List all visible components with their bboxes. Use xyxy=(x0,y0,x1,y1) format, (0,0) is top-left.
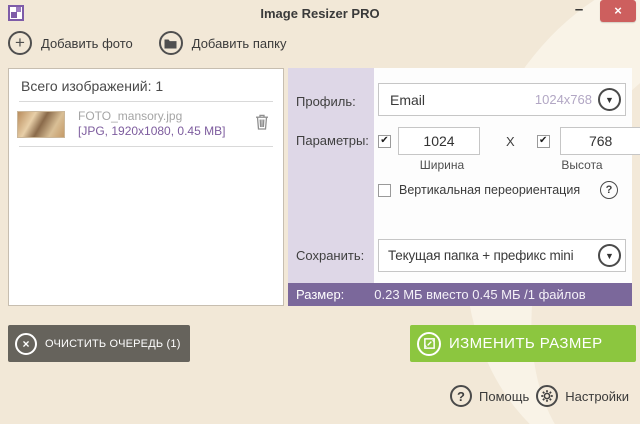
minimize-button[interactable]: – xyxy=(568,0,590,21)
file-meta: [JPG, 1920x1080, 0.45 MB] xyxy=(78,124,226,138)
resize-button-label: ИЗМЕНИТЬ РАЗМЕР xyxy=(449,335,603,352)
clear-x-icon: × xyxy=(15,332,37,355)
plus-icon: + xyxy=(8,31,32,55)
size-label: Размер: xyxy=(296,287,345,302)
divider xyxy=(19,146,273,147)
params-label: Параметры: xyxy=(296,133,369,148)
close-button[interactable]: × xyxy=(600,0,636,22)
height-label: Высота xyxy=(561,158,603,172)
question-icon: ? xyxy=(450,385,473,407)
toolbar: + Добавить фото Добавить папку xyxy=(8,31,286,55)
add-photo-label: Добавить фото xyxy=(41,35,133,51)
width-label: Ширина xyxy=(419,158,465,172)
clear-queue-button[interactable]: × ОЧИСТИТЬ ОЧЕРЕДЬ (1) xyxy=(8,325,190,362)
dimensions-row: ✔ X ✔ xyxy=(378,127,640,155)
help-question-icon[interactable]: ? xyxy=(600,181,618,199)
gear-icon xyxy=(536,385,559,407)
profile-dropdown[interactable]: Email 1024x768 ▼ xyxy=(378,83,626,116)
file-name: FOTO_mansory.jpg xyxy=(78,109,183,123)
help-button[interactable]: ? Помощь xyxy=(450,385,529,407)
settings-button[interactable]: Настройки xyxy=(536,385,629,407)
chevron-down-icon[interactable]: ▼ xyxy=(598,244,621,267)
resize-button[interactable]: ИЗМЕНИТЬ РАЗМЕР xyxy=(410,325,636,362)
resize-settings-panel: Профиль: Email 1024x768 ▼ Параметры: ✔ X… xyxy=(288,68,640,306)
profile-value: Email xyxy=(390,91,426,108)
height-input[interactable] xyxy=(559,127,640,155)
add-photo-button[interactable]: + Добавить фото xyxy=(8,31,133,55)
title-bar: Image Resizer PRO – × xyxy=(0,0,640,28)
save-label: Сохранить: xyxy=(296,248,365,263)
window-title: Image Resizer PRO xyxy=(260,6,380,21)
width-checkbox[interactable]: ✔ xyxy=(378,134,391,148)
folder-icon xyxy=(158,31,183,55)
vertical-reorientation-row: Вертикальная переориентация ? xyxy=(378,181,626,199)
image-queue-panel: Всего изображений: 1 FOTO_mansory.jpg [J… xyxy=(8,68,284,306)
add-folder-label: Добавить папку xyxy=(191,35,287,51)
save-destination-dropdown[interactable]: Текущая папка + префикс mini ▼ xyxy=(378,239,626,272)
dimension-separator: X xyxy=(506,133,515,149)
size-value: 0.23 МБ вместо 0.45 МБ /1 файлов xyxy=(374,287,586,302)
save-destination-value: Текущая папка + префикс mini xyxy=(388,248,574,263)
resize-icon xyxy=(417,331,441,356)
queue-item-row[interactable]: FOTO_mansory.jpg [JPG, 1920x1080, 0.45 M… xyxy=(9,102,283,146)
vertical-reorientation-checkbox[interactable] xyxy=(378,183,391,197)
profile-dimensions: 1024x768 xyxy=(534,92,592,107)
vertical-reorientation-label: Вертикальная переориентация xyxy=(399,183,581,197)
image-thumbnail xyxy=(17,110,65,138)
width-input[interactable] xyxy=(398,127,480,155)
height-checkbox[interactable]: ✔ xyxy=(536,134,550,148)
settings-label: Настройки xyxy=(565,388,629,404)
queue-count-header: Всего изображений: 1 xyxy=(21,78,164,94)
clear-queue-label: ОЧИСТИТЬ ОЧЕРЕДЬ (1) xyxy=(45,337,181,350)
size-summary-bar: Размер: 0.23 МБ вместо 0.45 МБ /1 файлов xyxy=(288,283,632,306)
footer: ? Помощь Настройки xyxy=(450,385,629,407)
help-label: Помощь xyxy=(479,388,530,404)
chevron-down-icon[interactable]: ▼ xyxy=(598,88,621,111)
profile-label: Профиль: xyxy=(296,94,356,109)
trash-icon[interactable] xyxy=(255,114,269,135)
add-folder-button[interactable]: Добавить папку xyxy=(158,31,287,55)
app-window: Image Resizer PRO – × + Добавить фото До… xyxy=(0,0,640,424)
